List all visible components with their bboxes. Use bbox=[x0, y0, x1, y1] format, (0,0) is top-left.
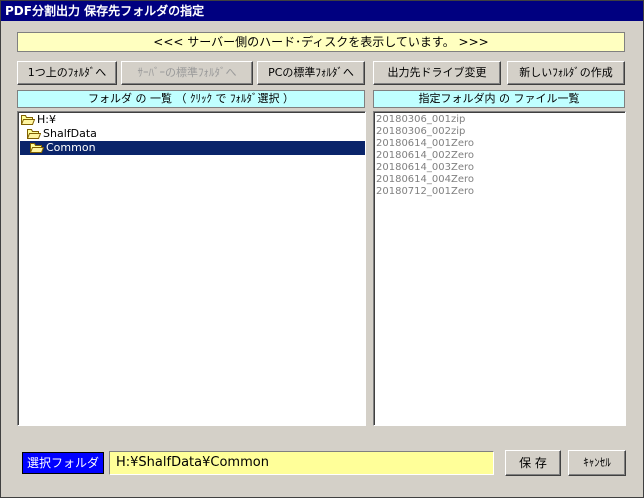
tree-item-shalfdata[interactable]: ShalfData bbox=[27, 127, 97, 141]
pc-default-folder-button[interactable]: PCの標準ﾌｫﾙﾀﾞへ bbox=[257, 61, 365, 85]
save-button[interactable]: 保 存 bbox=[505, 450, 561, 476]
tree-item-root[interactable]: H:¥ bbox=[21, 113, 56, 127]
window-title: PDF分割出力 保存先フォルダの指定 bbox=[1, 1, 643, 21]
selected-folder-path: H:¥ShalfData¥Common bbox=[109, 451, 494, 475]
server-default-folder-button[interactable]: ｻｰﾊﾞｰの標準ﾌｫﾙﾀﾞへ bbox=[121, 61, 253, 85]
tree-item-common[interactable]: Common bbox=[30, 141, 96, 155]
cancel-button[interactable]: ｷｬﾝｾﾙ bbox=[568, 450, 626, 476]
tree-item-label: Common bbox=[46, 141, 96, 154]
file-item[interactable]: 20180306_001zip bbox=[376, 114, 465, 126]
folder-dialog-window: PDF分割出力 保存先フォルダの指定 <<< サーバー側のハード･ディスクを表示… bbox=[0, 0, 644, 498]
change-output-drive-button[interactable]: 出力先ドライブ変更 bbox=[373, 61, 501, 85]
tree-item-label: ShalfData bbox=[43, 127, 97, 140]
tree-item-label: H:¥ bbox=[37, 113, 56, 126]
folder-open-icon bbox=[27, 129, 41, 139]
selected-folder-label: 選択フォルダ bbox=[22, 452, 104, 474]
file-item[interactable]: 20180614_003Zero bbox=[376, 162, 474, 174]
folder-open-icon bbox=[21, 115, 35, 125]
file-item[interactable]: 20180614_001Zero bbox=[376, 138, 474, 150]
file-item[interactable]: 20180306_002zip bbox=[376, 126, 465, 138]
file-list-panel[interactable]: 20180306_001zip 20180306_002zip 20180614… bbox=[373, 111, 626, 426]
up-folder-button[interactable]: 1つ上のﾌｫﾙﾀﾞへ bbox=[17, 61, 117, 85]
file-list-header: 指定フォルダ内 の ファイル一覧 bbox=[373, 90, 625, 108]
folder-list-header: フォルダ の 一覧 （ ｸﾘｯｸ で ﾌｫﾙﾀﾞ選択 ） bbox=[17, 90, 365, 108]
folder-open-icon bbox=[30, 143, 44, 153]
server-disk-banner: <<< サーバー側のハード･ディスクを表示しています。 >>> bbox=[17, 32, 625, 52]
file-item[interactable]: 20180614_002Zero bbox=[376, 150, 474, 162]
new-folder-button[interactable]: 新しいﾌｫﾙﾀﾞの作成 bbox=[507, 61, 625, 85]
file-item[interactable]: 20180614_004Zero bbox=[376, 174, 474, 186]
file-item[interactable]: 20180712_001Zero bbox=[376, 186, 474, 198]
folder-tree-panel[interactable]: H:¥ ShalfData Common bbox=[17, 111, 366, 426]
